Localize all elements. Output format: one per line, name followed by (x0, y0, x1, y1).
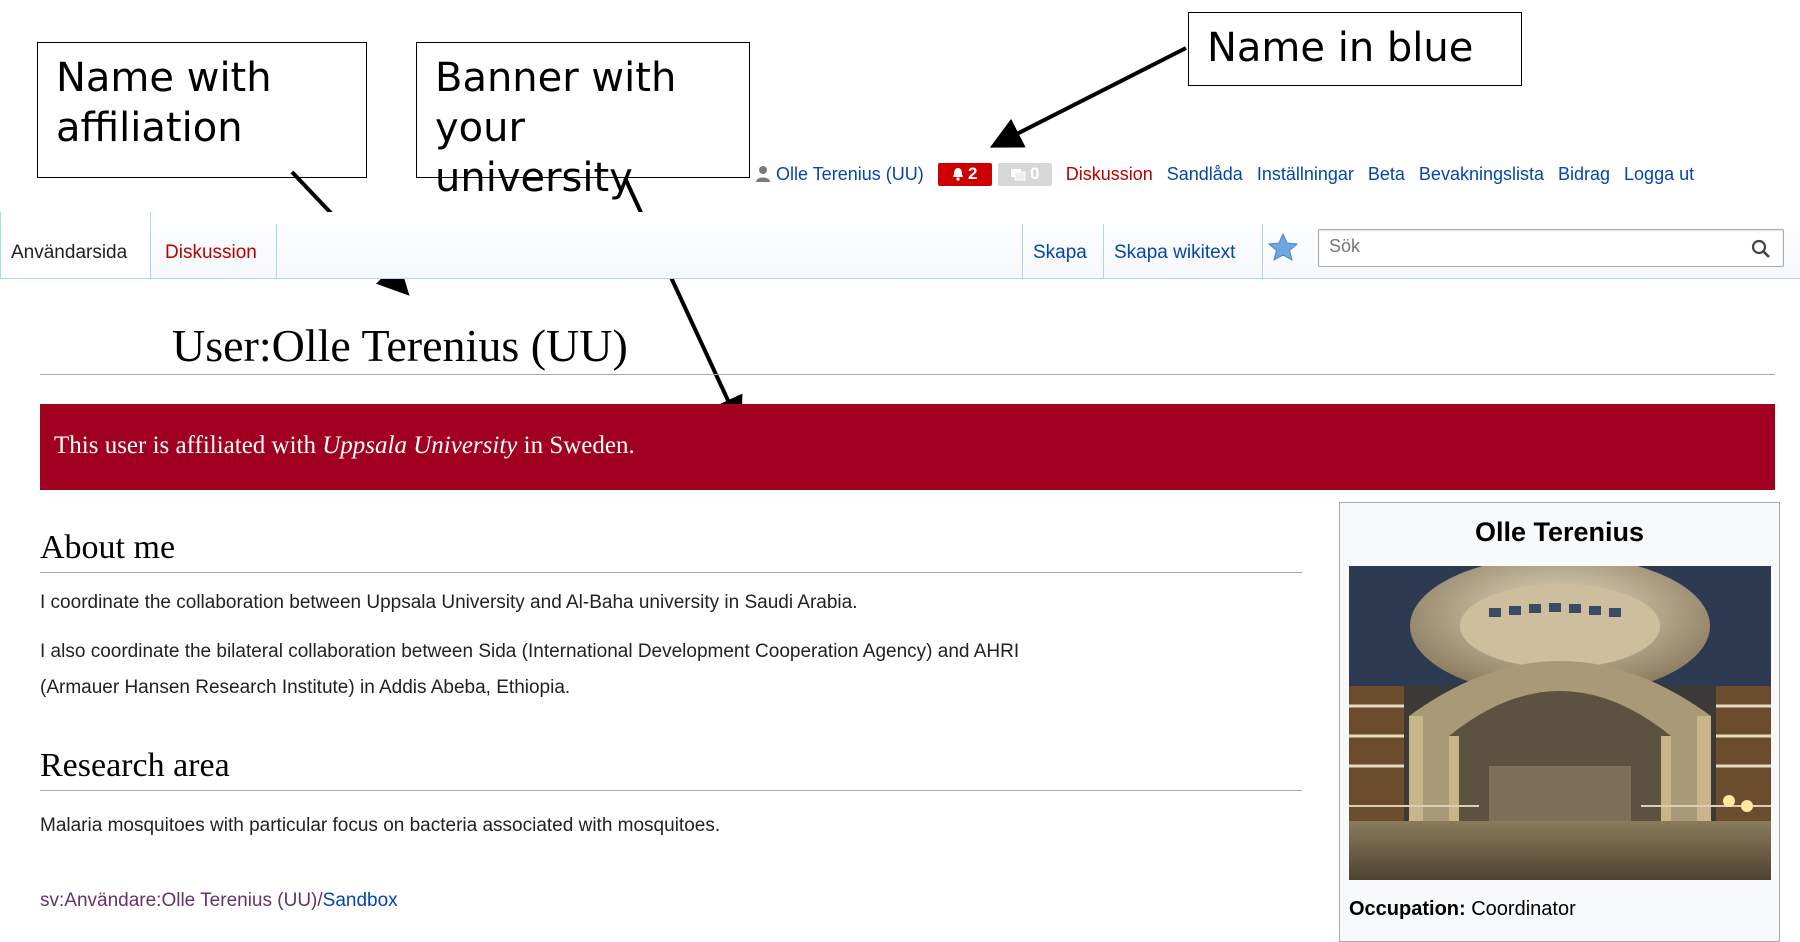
star-icon (1267, 232, 1299, 262)
username-link[interactable]: Olle Terenius (UU) (776, 164, 924, 185)
tab-user-page[interactable]: Användarsida (0, 212, 151, 278)
notifications-count: 2 (967, 164, 978, 183)
tab-create-wikitext[interactable]: Skapa wikitext (1104, 212, 1262, 278)
tray-icon (1010, 169, 1026, 181)
personal-toolbar: Olle Terenius (UU) 2 0 Diskussion Sandlå… (755, 162, 1694, 186)
tab-talk[interactable]: Diskussion (155, 212, 277, 278)
infobox: Olle Terenius Occupation: Coordinator (1339, 502, 1780, 942)
sandbox-line: sv:Användare:Olle Terenius (UU)/Sandbox (40, 890, 398, 912)
page-title: User:Olle Terenius (UU) (172, 320, 628, 371)
toolbar-sandbox-link[interactable]: Sandlåda (1167, 164, 1243, 185)
banner-text: This user is affiliated with Uppsala Uni… (54, 432, 635, 460)
messages-badge[interactable]: 0 (997, 162, 1052, 186)
sandbox-link[interactable]: Sandbox (323, 890, 398, 911)
research-paragraph: Malaria mosquitoes with particular focus… (40, 815, 721, 836)
tab-label: Skapa wikitext (1114, 242, 1236, 263)
university-hall-image (1349, 566, 1771, 880)
user-icon (756, 166, 770, 182)
callout-text: Banner with your university (435, 55, 677, 201)
about-paragraph-1: I coordinate the collaboration between U… (40, 592, 858, 613)
callout-text: Name with affiliation (56, 55, 272, 151)
about-heading-rule (40, 572, 1302, 573)
toolbar-contributions-link[interactable]: Bidrag (1558, 164, 1610, 185)
about-paragraph-2-line-2: (Armauer Hansen Research Institute) in A… (40, 677, 571, 698)
watch-star-button[interactable] (1263, 228, 1303, 268)
occupation-value: Coordinator (1465, 898, 1576, 920)
tab-label: Skapa (1033, 242, 1087, 263)
search-box (1318, 229, 1784, 267)
toolbar-logout-link[interactable]: Logga ut (1624, 164, 1694, 185)
research-heading-rule (40, 790, 1302, 791)
infobox-occupation: Occupation: Coordinator (1349, 898, 1576, 921)
about-paragraph-2-line-1: I also coordinate the bilateral collabor… (40, 641, 1020, 662)
infobox-title: Olle Terenius (1474, 517, 1645, 547)
callout-name-with-affiliation: Name with affiliation (37, 42, 367, 178)
notifications-badge[interactable]: 2 (937, 162, 992, 186)
callout-text: Name in blue (1207, 25, 1474, 71)
arrow-to-username (989, 46, 1187, 148)
toolbar-watchlist-link[interactable]: Bevakningslista (1419, 164, 1544, 185)
banner-prefix: This user is affiliated with (54, 432, 323, 459)
about-heading: About me (40, 529, 176, 566)
banner-university: Uppsala University (322, 432, 518, 459)
tab-divider (276, 224, 277, 278)
toolbar-preferences-link[interactable]: Inställningar (1257, 164, 1354, 185)
occupation-label: Occupation: (1349, 898, 1466, 920)
university-banner: This user is affiliated with Uppsala Uni… (40, 404, 1775, 490)
title-divider (40, 374, 1775, 375)
bell-icon (952, 168, 963, 181)
messages-count: 0 (1029, 164, 1040, 183)
toolbar-beta-link[interactable]: Beta (1368, 164, 1405, 185)
tab-create[interactable]: Skapa (1023, 212, 1103, 278)
search-icon[interactable] (1751, 239, 1771, 259)
search-input[interactable] (1327, 233, 1731, 259)
tab-label: Diskussion (165, 242, 257, 263)
callout-banner-with-university: Banner with your university (416, 42, 750, 201)
callout-name-in-blue: Name in blue (1188, 12, 1522, 86)
infobox-photo (1349, 566, 1771, 880)
toolbar-talk-link[interactable]: Diskussion (1066, 164, 1153, 185)
research-heading: Research area (40, 747, 230, 784)
tab-label: Användarsida (11, 242, 128, 263)
sandbox-prefix-link[interactable]: sv:Användare:Olle Terenius (UU)/ (40, 890, 323, 911)
banner-suffix: in Sweden. (517, 432, 635, 459)
